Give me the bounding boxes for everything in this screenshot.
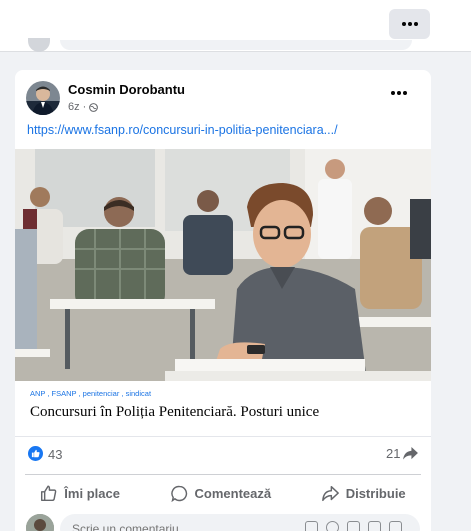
- ellipsis-icon: [391, 91, 407, 95]
- meta-separator: ·: [82, 101, 87, 113]
- avatar: [28, 38, 50, 52]
- camera-icon[interactable]: [347, 521, 360, 531]
- thumbs-up-icon: [41, 485, 57, 501]
- author-name[interactable]: Cosmin Dorobantu: [68, 82, 185, 97]
- comment-tools: [305, 521, 402, 531]
- preview-title[interactable]: Concursuri în Poliția Penitenciară. Post…: [30, 404, 319, 421]
- link-preview-image[interactable]: [15, 149, 431, 381]
- post-time[interactable]: 6z: [68, 101, 80, 113]
- post-card: Cosmin Dorobantu 6z · https://www.fsanp.…: [15, 70, 431, 531]
- like-reaction-icon[interactable]: [28, 446, 43, 461]
- author-avatar[interactable]: [26, 81, 60, 115]
- comment-button[interactable]: Comentează: [157, 481, 286, 506]
- more-options-button[interactable]: [389, 9, 430, 39]
- like-button[interactable]: Îmi place: [26, 481, 134, 506]
- share-icon: [321, 485, 339, 501]
- preview-tags: ANP , FSANP , penitenciar , sindicat: [30, 389, 152, 398]
- post-more-options-button[interactable]: [391, 91, 407, 95]
- divider: [25, 474, 421, 475]
- reaction-stats: 43 21: [15, 442, 431, 470]
- emoji-icon[interactable]: [326, 521, 339, 531]
- post-meta: 6z ·: [68, 101, 99, 113]
- like-button-label: Îmi place: [64, 485, 120, 501]
- avatar-sticker-icon[interactable]: [305, 521, 318, 531]
- globe-icon: [89, 102, 99, 112]
- comment-composer: [15, 512, 431, 531]
- gif-icon[interactable]: [368, 521, 381, 531]
- sticker-icon[interactable]: [389, 521, 402, 531]
- like-count[interactable]: 43: [48, 447, 62, 462]
- share-count: 21: [386, 446, 401, 461]
- post-actions: Îmi place Comentează Distribuie: [15, 477, 431, 509]
- share-button-label: Distribuie: [345, 485, 406, 501]
- comment-icon: [170, 485, 187, 502]
- post-link[interactable]: https://www.fsanp.ro/concursuri-in-polit…: [27, 123, 338, 137]
- ellipsis-icon: [401, 22, 418, 26]
- share-button[interactable]: Distribuie: [308, 481, 420, 506]
- user-avatar[interactable]: [26, 514, 54, 531]
- comment-input-edge[interactable]: [60, 40, 412, 50]
- comment-button-label: Comentează: [194, 485, 272, 501]
- link-preview[interactable]: ANP , FSANP , penitenciar , sindicat Con…: [15, 381, 431, 437]
- previous-post-card: [0, 0, 471, 52]
- share-count-icon: [403, 447, 419, 460]
- share-stats[interactable]: 21: [386, 446, 419, 461]
